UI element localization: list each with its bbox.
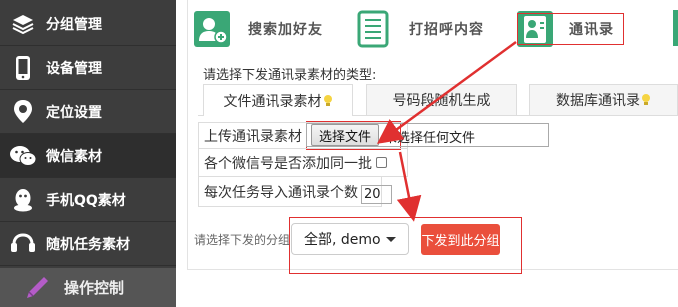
annotation-arrows [376, 40, 517, 222]
arrow-file-to-dispatch [396, 151, 422, 222]
arrow-contacts-to-file [376, 40, 517, 144]
app-window: 分组管理 设备管理 定位设置 微信素材 手机QQ素材 随机任务素材 操作控制 搜… [0, 0, 678, 307]
